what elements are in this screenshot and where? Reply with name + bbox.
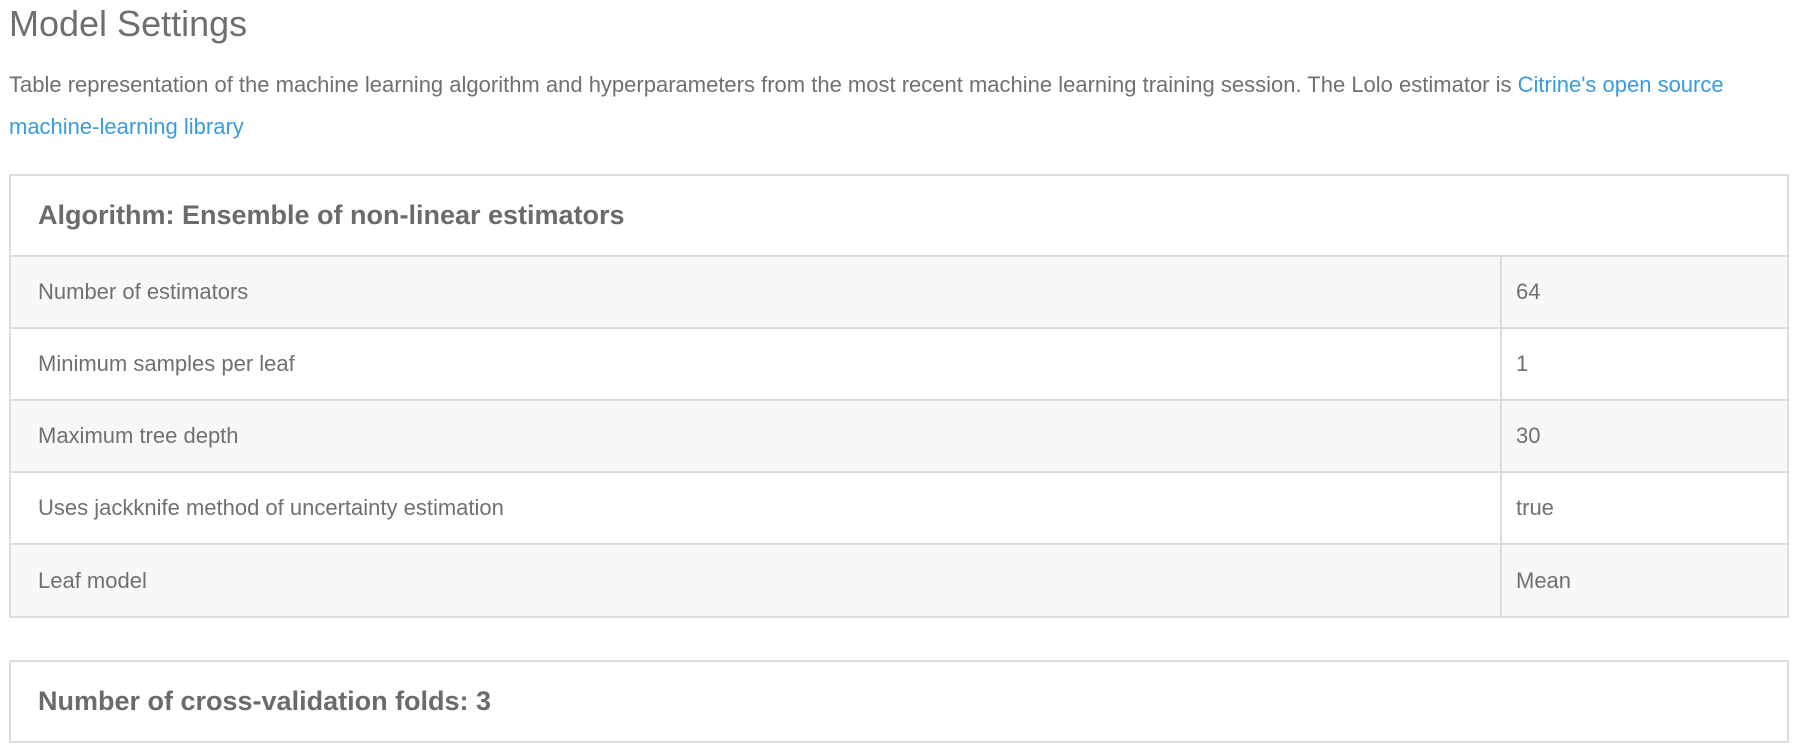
table-row: Number of estimators 64: [11, 255, 1787, 328]
cross-validation-heading: Number of cross-validation folds: 3: [38, 686, 492, 716]
page-description: Table representation of the machine lear…: [9, 64, 1769, 148]
param-value: 1: [1500, 327, 1787, 400]
param-name: Number of estimators: [11, 255, 1501, 328]
page-title: Model Settings: [9, 3, 248, 44]
param-value: 64: [1500, 255, 1787, 328]
param-name: Minimum samples per leaf: [11, 327, 1501, 400]
param-name: Leaf model: [11, 543, 1501, 616]
param-value: Mean: [1500, 543, 1787, 616]
model-settings-page: Model Settings Table representation of t…: [0, 0, 1796, 743]
description-text: Table representation of the machine lear…: [9, 72, 1518, 97]
table-row: Uses jackknife method of uncertainty est…: [11, 471, 1787, 544]
param-value: 30: [1500, 399, 1787, 472]
param-name: Maximum tree depth: [11, 399, 1501, 472]
hyperparameter-table: Number of estimators 64 Minimum samples …: [11, 255, 1787, 616]
param-name: Uses jackknife method of uncertainty est…: [11, 471, 1501, 544]
table-row: Minimum samples per leaf 1: [11, 327, 1787, 400]
algorithm-panel: Algorithm: Ensemble of non-linear estima…: [9, 174, 1789, 618]
cross-validation-panel: Number of cross-validation folds: 3: [9, 660, 1789, 743]
algorithm-heading: Algorithm: Ensemble of non-linear estima…: [38, 200, 625, 230]
table-row: Maximum tree depth 30: [11, 399, 1787, 472]
param-value: true: [1500, 471, 1787, 544]
table-row: Leaf model Mean: [11, 543, 1787, 616]
